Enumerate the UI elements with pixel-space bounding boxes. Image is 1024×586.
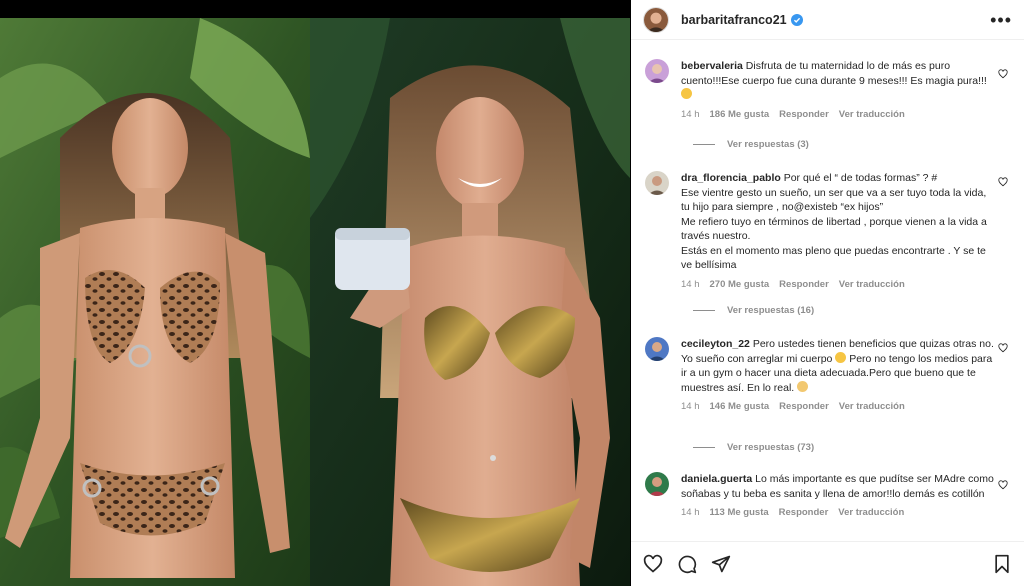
comment-likes[interactable]: 146 Me gusta	[710, 401, 770, 412]
comment-time[interactable]: 14 h	[681, 109, 700, 120]
clapping-emoji-icon	[797, 380, 809, 392]
view-replies-button[interactable]: Ver respuestas (16)	[693, 305, 814, 316]
commenter-username[interactable]: cecileyton_22	[681, 338, 750, 350]
more-options-icon[interactable]: •••	[990, 11, 1012, 29]
comment-bubble-icon[interactable]	[677, 554, 697, 574]
view-replies-button[interactable]: Ver respuestas (73)	[693, 442, 814, 453]
paper-plane-icon[interactable]	[711, 554, 731, 574]
commenter-avatar[interactable]	[645, 59, 669, 83]
comment-item: bebervaleria Disfruta de tu maternidad l…	[645, 59, 1014, 120]
view-replies-button[interactable]: Ver respuestas (3)	[693, 139, 809, 150]
bookmark-icon[interactable]	[992, 554, 1012, 574]
crying-emoji-icon	[835, 351, 847, 363]
comment-text: cecileyton_22 Pero ustedes tienen benefi…	[681, 338, 994, 394]
comment-item: daniela.guerta Lo más importante es que …	[645, 472, 1014, 518]
comment-like-heart-icon[interactable]	[998, 177, 1008, 187]
comment-time[interactable]: 14 h	[681, 279, 700, 290]
comment-time[interactable]: 14 h	[681, 507, 700, 518]
comment-time[interactable]: 14 h	[681, 401, 700, 412]
comment-text: daniela.guerta Lo más importante es que …	[681, 473, 994, 500]
translate-button[interactable]: Ver traducción	[839, 109, 905, 120]
heart-eyes-emoji-icon	[681, 88, 692, 99]
comment-item: cecileyton_22 Pero ustedes tienen benefi…	[645, 337, 1014, 412]
comment-meta: 14 h 113 Me gusta Responder Ver traducci…	[681, 507, 996, 518]
comment-likes[interactable]: 186 Me gusta	[710, 109, 770, 120]
replies-divider	[693, 144, 715, 145]
comment-text: dra_florencia_pablo Por qué el “ de toda…	[681, 172, 987, 271]
comment-like-heart-icon[interactable]	[998, 343, 1008, 353]
post-photo-right[interactable]	[310, 18, 630, 586]
comment-text: bebervaleria Disfruta de tu maternidad l…	[681, 59, 996, 103]
commenter-username[interactable]: bebervaleria	[681, 60, 743, 72]
photo-right-illustration	[310, 18, 630, 586]
verified-badge-icon	[790, 13, 803, 26]
post-side-panel: barbaritafranco21 ••• bebervaleria Disfr…	[631, 0, 1024, 586]
photo-left-illustration	[0, 18, 310, 586]
comment-likes[interactable]: 113 Me gusta	[710, 507, 769, 518]
photo-top-bar	[0, 0, 631, 18]
replies-divider	[693, 310, 715, 311]
translate-button[interactable]: Ver traducción	[839, 279, 905, 290]
commenter-avatar[interactable]	[645, 337, 669, 361]
reply-button[interactable]: Responder	[779, 279, 829, 290]
comment-meta: 14 h 146 Me gusta Responder Ver traducci…	[681, 401, 996, 412]
comment-item: dra_florencia_pablo Por qué el “ de toda…	[645, 171, 1014, 290]
commenter-username[interactable]: dra_florencia_pablo	[681, 172, 781, 184]
translate-button[interactable]: Ver traducción	[839, 401, 905, 412]
comments-list[interactable]: bebervaleria Disfruta de tu maternidad l…	[631, 41, 1024, 541]
translate-button[interactable]: Ver traducción	[838, 507, 904, 518]
post-photo-left[interactable]	[0, 18, 310, 586]
author-username[interactable]: barbaritafranco21	[681, 13, 787, 27]
comment-like-heart-icon[interactable]	[998, 480, 1008, 490]
comment-meta: 14 h 186 Me gusta Responder Ver traducci…	[681, 109, 996, 120]
post-actions-bar	[631, 541, 1024, 586]
post-header: barbaritafranco21 •••	[631, 0, 1024, 40]
commenter-username[interactable]: daniela.guerta	[681, 473, 752, 485]
commenter-avatar[interactable]	[645, 472, 669, 496]
commenter-avatar[interactable]	[645, 171, 669, 195]
comment-likes[interactable]: 270 Me gusta	[710, 279, 770, 290]
reply-button[interactable]: Responder	[779, 109, 829, 120]
comment-like-heart-icon[interactable]	[998, 69, 1008, 79]
replies-divider	[693, 447, 715, 448]
author-avatar[interactable]	[643, 6, 669, 33]
like-heart-icon[interactable]	[643, 554, 663, 574]
reply-button[interactable]: Responder	[779, 401, 829, 412]
comment-meta: 14 h 270 Me gusta Responder Ver traducci…	[681, 279, 996, 290]
reply-button[interactable]: Responder	[779, 507, 829, 518]
